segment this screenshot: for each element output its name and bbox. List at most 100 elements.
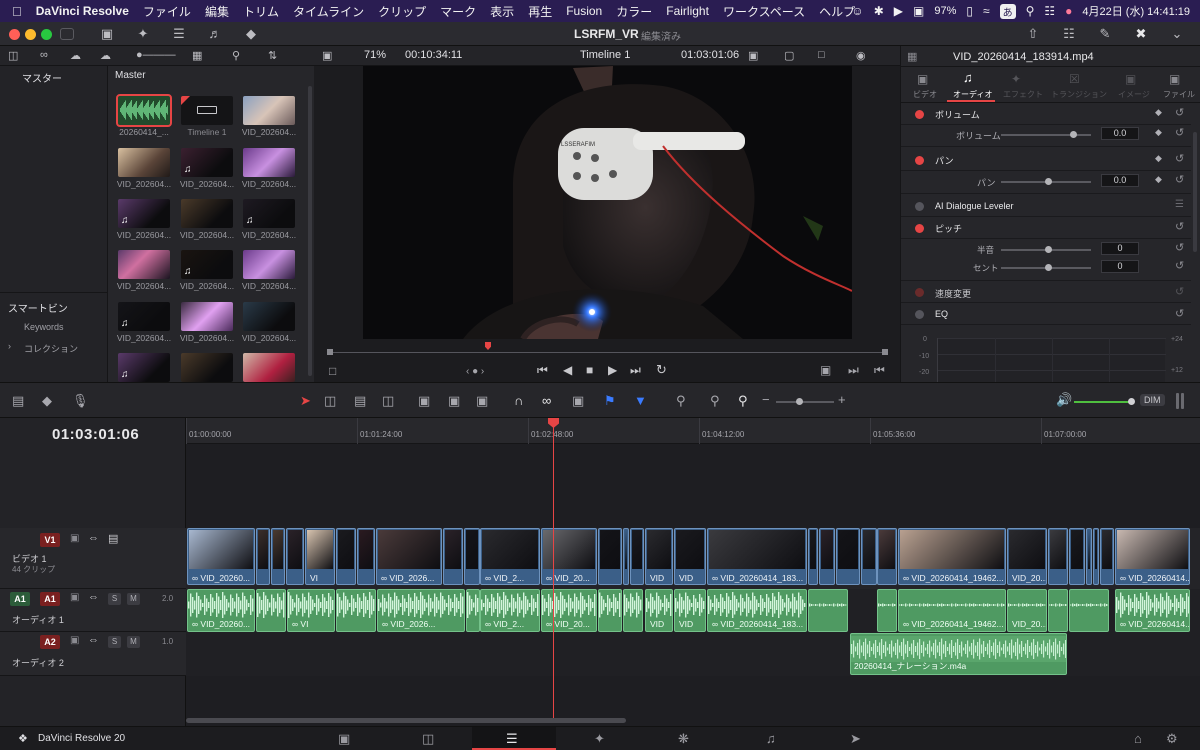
effects-icon[interactable]: ✦ bbox=[132, 26, 154, 42]
fairlight-page-icon[interactable]: ♫ bbox=[766, 731, 776, 746]
bluetooth-icon[interactable]: ✱ bbox=[874, 4, 884, 18]
sort-icon[interactable]: ⇅ bbox=[268, 49, 277, 62]
video-clip[interactable] bbox=[464, 528, 480, 585]
snapping-icon[interactable]: ∩ bbox=[514, 393, 523, 408]
video-clip[interactable]: VI bbox=[305, 528, 335, 585]
media-pool-clip[interactable] bbox=[118, 250, 170, 279]
dialogue-leveler-header[interactable]: AI Dialogue Leveler ☰ bbox=[901, 195, 1191, 217]
blade-tool-icon[interactable]: ◫ bbox=[382, 393, 394, 409]
dim-button[interactable]: DIM bbox=[1140, 394, 1165, 406]
previous-edit-button[interactable]: ⏮ bbox=[874, 363, 885, 378]
media-pool-clip[interactable]: ♫ bbox=[118, 199, 170, 228]
battery-icon[interactable]: ▯ bbox=[966, 4, 973, 18]
track-tag-a1[interactable]: A1 bbox=[40, 592, 60, 606]
position-lock-icon[interactable]: ▣ bbox=[572, 393, 584, 409]
media-pool-clip[interactable] bbox=[181, 199, 233, 228]
jog-control[interactable]: ‹ ● › bbox=[466, 366, 484, 377]
audio-clip[interactable]: ∞ VID_2026... bbox=[377, 589, 465, 632]
reset-icon[interactable]: ↺ bbox=[1175, 259, 1184, 272]
audio-clip-narration[interactable]: 20260414_ナレーション.m4a bbox=[850, 633, 1067, 675]
hd-output-icon[interactable]: ▢ bbox=[784, 49, 794, 62]
media-pool-clip[interactable]: ♫ bbox=[181, 148, 233, 177]
volume-slider[interactable] bbox=[1001, 134, 1091, 136]
timeline-selector[interactable]: Timeline 1 bbox=[580, 49, 630, 61]
audio-clip[interactable]: ∞ VID_20260... bbox=[187, 589, 255, 632]
volume-slider-knob[interactable] bbox=[1070, 131, 1077, 138]
video-clip[interactable] bbox=[1048, 528, 1068, 585]
menu-view[interactable]: 表示 bbox=[490, 3, 514, 20]
cloud-icon[interactable]: ☁ bbox=[100, 49, 111, 62]
go-to-start-button[interactable]: ⏮ bbox=[537, 363, 548, 378]
trim-tool-icon[interactable]: ◫ bbox=[324, 393, 336, 409]
siri-icon[interactable]: ● bbox=[1065, 4, 1072, 18]
expand-chevron-icon[interactable]: › bbox=[8, 341, 11, 351]
audio-clip[interactable] bbox=[1048, 589, 1068, 632]
reset-icon[interactable]: ↺ bbox=[1175, 173, 1184, 186]
pan-enable-toggle[interactable] bbox=[915, 156, 924, 165]
audio-clip[interactable]: ∞ VID_2... bbox=[480, 589, 540, 632]
video-clip[interactable] bbox=[877, 528, 897, 585]
menu-clip[interactable]: クリップ bbox=[378, 3, 426, 20]
match-frame-button[interactable]: ▣ bbox=[820, 363, 831, 377]
media-pool-clip[interactable] bbox=[116, 94, 172, 127]
edit-page-icon[interactable]: ☰ bbox=[506, 731, 518, 747]
thumb-size-slider[interactable]: ●——— bbox=[136, 49, 176, 61]
menu-trim[interactable]: トリム bbox=[243, 3, 279, 20]
track-header-a1[interactable]: A1 A1 ▣ ⇔ S M 2.0 オーディオ 1 bbox=[0, 589, 186, 632]
media-pool-clip[interactable] bbox=[243, 148, 295, 177]
timeline-zoom-slider[interactable] bbox=[776, 401, 834, 403]
dialogue-enable-toggle[interactable] bbox=[915, 202, 924, 211]
play-reverse-button[interactable]: ◀ bbox=[563, 363, 572, 377]
reset-icon[interactable]: ↺ bbox=[1175, 241, 1184, 254]
audio-clip[interactable]: ∞ VI bbox=[287, 589, 335, 632]
media-pool-clip[interactable] bbox=[243, 96, 295, 125]
color-page-icon[interactable]: ❋ bbox=[678, 731, 689, 747]
marker-icon[interactable]: ▼ bbox=[634, 393, 647, 408]
pool-scrollbar[interactable] bbox=[308, 86, 312, 376]
media-pool-clip[interactable] bbox=[181, 96, 233, 125]
layout-icon[interactable]: ◫ bbox=[8, 49, 18, 62]
go-to-end-button[interactable]: ⏭ bbox=[630, 363, 641, 378]
track-tag-a2[interactable]: A2 bbox=[40, 635, 60, 649]
deliver-page-icon[interactable]: ➤ bbox=[850, 731, 861, 747]
reset-icon[interactable]: ↺ bbox=[1175, 220, 1184, 233]
tab-effects[interactable]: エフェクト bbox=[1003, 89, 1043, 100]
media-page-icon[interactable]: ▣ bbox=[338, 731, 350, 747]
media-pool-clip[interactable] bbox=[118, 148, 170, 177]
video-clip[interactable] bbox=[598, 528, 622, 585]
accessibility-icon[interactable]: ☺ bbox=[851, 4, 863, 18]
audio-clip[interactable] bbox=[1069, 589, 1109, 632]
video-clip[interactable] bbox=[861, 528, 877, 585]
grid-view-icon[interactable]: ▦ bbox=[192, 49, 202, 62]
reset-icon[interactable]: ↺ bbox=[1175, 285, 1184, 298]
tab-image[interactable]: イメージ bbox=[1118, 89, 1150, 100]
master-volume-slider[interactable] bbox=[1074, 401, 1134, 403]
solo-button[interactable]: S bbox=[108, 593, 121, 605]
media-pool-clip[interactable]: ♫ bbox=[181, 250, 233, 279]
metadata-icon[interactable]: ✎ bbox=[1094, 26, 1116, 42]
app-menu[interactable]: DaVinci Resolve bbox=[36, 4, 129, 18]
media-pool-clip[interactable]: ♫ bbox=[118, 353, 170, 382]
video-clip[interactable] bbox=[1069, 528, 1085, 585]
search-icon[interactable]: ⚲ bbox=[232, 49, 240, 62]
menu-playback[interactable]: 再生 bbox=[528, 3, 552, 20]
video-clip[interactable] bbox=[443, 528, 463, 585]
fusion-page-icon[interactable]: ✦ bbox=[594, 731, 605, 747]
video-clip[interactable] bbox=[808, 528, 818, 585]
audio-clip[interactable] bbox=[808, 589, 848, 632]
sound-library-icon[interactable]: ♬ bbox=[204, 26, 226, 42]
input-method-badge[interactable]: あ bbox=[999, 3, 1016, 19]
transition-tab-icon[interactable]: ☒ bbox=[1069, 72, 1080, 86]
flag-icon[interactable]: ⚑ bbox=[604, 393, 616, 409]
tab-video[interactable]: ビデオ bbox=[913, 89, 937, 100]
keyframe-icon[interactable]: ◆ bbox=[1155, 174, 1162, 185]
smart-bin-keywords[interactable]: Keywords bbox=[24, 322, 64, 332]
media-pool-clip[interactable] bbox=[181, 302, 233, 331]
speed-section-header[interactable]: 速度変更 ↺ bbox=[901, 281, 1191, 303]
tab-audio[interactable]: オーディオ bbox=[953, 89, 992, 100]
pan-value[interactable]: 0.0 bbox=[1101, 174, 1139, 187]
link-icon[interactable]: ∞ bbox=[40, 49, 48, 61]
cent-slider-knob[interactable] bbox=[1045, 264, 1052, 271]
semitone-slider-knob[interactable] bbox=[1045, 246, 1052, 253]
pitch-enable-toggle[interactable] bbox=[915, 224, 924, 233]
